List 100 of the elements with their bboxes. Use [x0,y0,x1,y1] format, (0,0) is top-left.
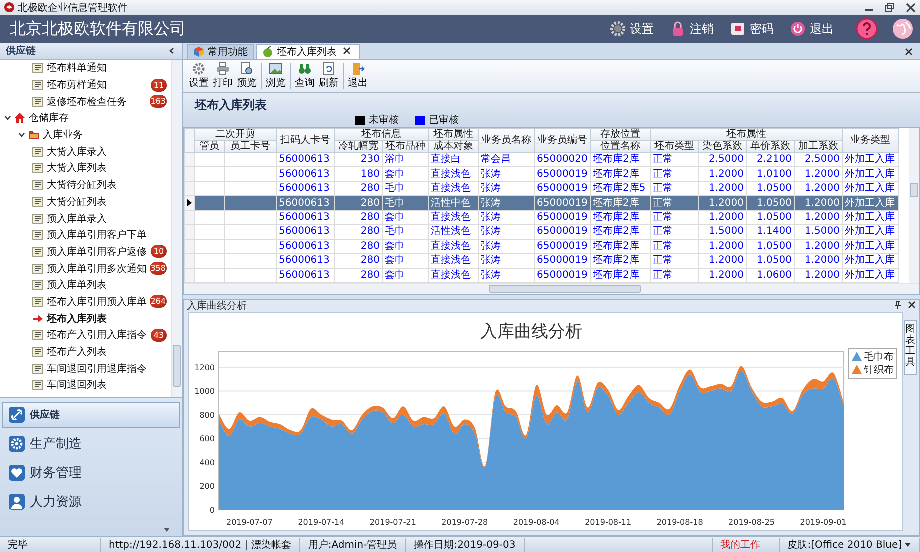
close-icon[interactable] [906,2,916,12]
binoculars-icon [298,62,312,76]
table-row[interactable]: 56000613 280 毛巾 活性中色 张涛 65000019 坯布库2库 正常 1.2000 1.0500 1.2000 外加工入库 [184,196,898,210]
tree-item[interactable]: 预入库单引用客户返修 [32,244,149,259]
status-text: 皮肤:[Office 2010 Blue] [780,538,920,552]
header-button[interactable]: 设置 [602,20,662,38]
tree-item[interactable]: 车间退回引用退库指令 [32,362,167,376]
axis-tick-label: 2019-08-11 [585,518,632,527]
toolbar-button[interactable]: 打印 [211,62,235,90]
close-icon[interactable] [343,46,351,54]
tree-item[interactable]: 大货分缸列表 [32,194,167,209]
tree-item[interactable]: 坯布料单通知 [32,61,167,76]
header-button[interactable]: 密码 [722,20,782,38]
table-cell: 坯布库2库 [590,239,650,254]
tree-item[interactable]: 仓储库存 [14,111,167,126]
tree-item[interactable]: 大货入库列表 [32,161,167,176]
axis-tick-label: 2019-08-25 [728,518,776,527]
tree-item[interactable]: 车间退回列表 [32,378,167,392]
column-header[interactable]: 业务类型 [842,128,898,152]
tree-item[interactable]: 返修坯布检查任务 [32,94,148,109]
toolbar-button[interactable]: 设置 [187,62,211,90]
tree-item[interactable]: 入库业务 [28,128,167,142]
toolbar-button[interactable]: 预览 [235,62,259,90]
table-row[interactable]: 56000613 280 套巾 直接浅色 张涛 65000019 坯布库2库 正常 1.2000 1.0500 1.2000 外加工入库 [184,254,898,268]
scrollbar[interactable] [171,60,182,397]
tree-item[interactable]: 坯布产入引用入库指令 [32,328,149,342]
table-cell: 56000613 [276,196,334,210]
table-row[interactable]: 56000613 280 毛巾 活性浅色 张涛 65000019 坯布库2库 正常 1.5000 1.1400 1.5000 外加工入库 [184,224,898,240]
column-header[interactable]: 单价系数 [746,140,794,152]
tab[interactable]: 常用功能 [187,44,254,59]
scrollbar[interactable] [184,283,919,294]
table-row[interactable]: 56000613 280 套巾 直接浅色 张涛 65000019 坯布库2库 正常 1.2000 1.0500 1.2000 外加工入库 [184,239,898,254]
close-icon[interactable] [908,300,916,308]
app-logo-icon [4,2,15,13]
axis-tick-label: 2019-09-01 [800,518,847,527]
tree-item[interactable]: 大货待分缸列表 [32,178,167,192]
document-icon [240,62,254,76]
column-header[interactable]: 冷轧幅宽 [334,140,382,152]
document-icon [32,62,44,74]
nav-item[interactable]: 人力资源 [2,489,180,515]
help-icon[interactable] [856,18,878,40]
nav-item[interactable]: 生产制造 [2,431,180,457]
table-cell: 2.5000 [794,152,842,167]
expand-icon[interactable] [4,114,12,122]
caret-icon[interactable] [905,542,911,546]
table-cell: 56000613 [276,254,334,268]
table-cell: 230 [334,152,382,167]
column-header[interactable]: 坯布品种 [382,140,428,152]
column-header[interactable]: 位置名称 [590,140,650,152]
table-cell: 280 [334,224,382,240]
tree-item[interactable]: 坯布产入列表 [32,345,167,360]
column-header[interactable]: 业务员名称 [478,128,534,152]
scrollbar[interactable] [909,128,919,283]
side-tab[interactable]: 图表工具 [904,320,917,375]
header-button[interactable]: 退出 [782,20,842,38]
nav-item[interactable]: 供应链 [2,402,180,428]
count-badge: 163 [150,95,167,108]
table-cell: 外加工入库 [842,152,898,167]
table-cell: 直接浅色 [428,166,478,182]
tab[interactable]: 坯布入库列表 [256,44,360,59]
table-row[interactable]: 56000613 280 套巾 直接浅色 张涛 65000019 坯布库2库 正常 1.2000 1.0500 1.2000 外加工入库 [184,210,898,225]
column-header[interactable]: 染色系数 [698,140,746,152]
column-header[interactable]: 成本对象 [428,140,478,152]
document-icon [32,329,44,342]
close-icon[interactable] [905,48,913,56]
column-header[interactable]: 坯布类型 [650,140,698,152]
printer-icon [216,62,230,76]
collapse-icon[interactable] [168,47,176,55]
tree-item[interactable]: 坯布入库列表 [32,312,167,326]
folder-icon [28,129,40,142]
caret-icon[interactable] [164,528,170,532]
table-cell: 65000019 [534,210,590,225]
toolbar-button[interactable]: 刷新 [317,62,341,90]
column-header[interactable]: 业务员编号 [534,128,590,152]
column-header[interactable]: 扫码人卡号 [276,128,334,152]
table-row[interactable]: 56000613 180 套巾 直接浅色 张涛 65000019 坯布库2库 正常 1.2000 1.0100 1.2000 外加工入库 [184,166,898,182]
table-cell: 活性浅色 [428,224,478,240]
restore-icon[interactable] [885,2,895,12]
table-cell: 坯布库2库 [590,254,650,268]
table-cell: 1.2000 [698,196,746,210]
tree-item[interactable]: 预入库单引用客户下单 [32,228,167,242]
tree-item[interactable]: 预入库单列表 [32,278,167,292]
column-header[interactable]: 员工卡号 [224,140,276,152]
tree-item[interactable]: 预入库单引用多次通知 [32,262,148,276]
tree-item[interactable]: 坯布入库引用预入库单 [32,294,148,309]
tree-item[interactable]: 大货入库录入 [32,144,167,159]
tree-item[interactable]: 预入库单录入 [32,212,167,226]
header-button[interactable]: 注销 [662,20,722,38]
table-cell: 张涛 [478,224,534,240]
expand-icon[interactable] [18,131,26,140]
toolbar-button[interactable]: 退出 [346,62,370,90]
column-header[interactable]: 加工系数 [794,140,842,152]
table-row[interactable]: 56000613 230 浴巾 直接白 常会昌 65000020 坯布库2库 正常 2.5000 2.2100 2.5000 外加工入库 [184,152,898,167]
link-icon [9,407,25,423]
nav-item[interactable]: 财务管理 [2,460,180,486]
tree-item[interactable]: 坯布剪样通知 [32,78,149,92]
pin-icon[interactable] [894,300,902,308]
toolbar-button[interactable]: 查询 [293,62,317,90]
toolbar-button[interactable]: 浏览 [264,62,288,90]
cube-icon [193,46,205,58]
